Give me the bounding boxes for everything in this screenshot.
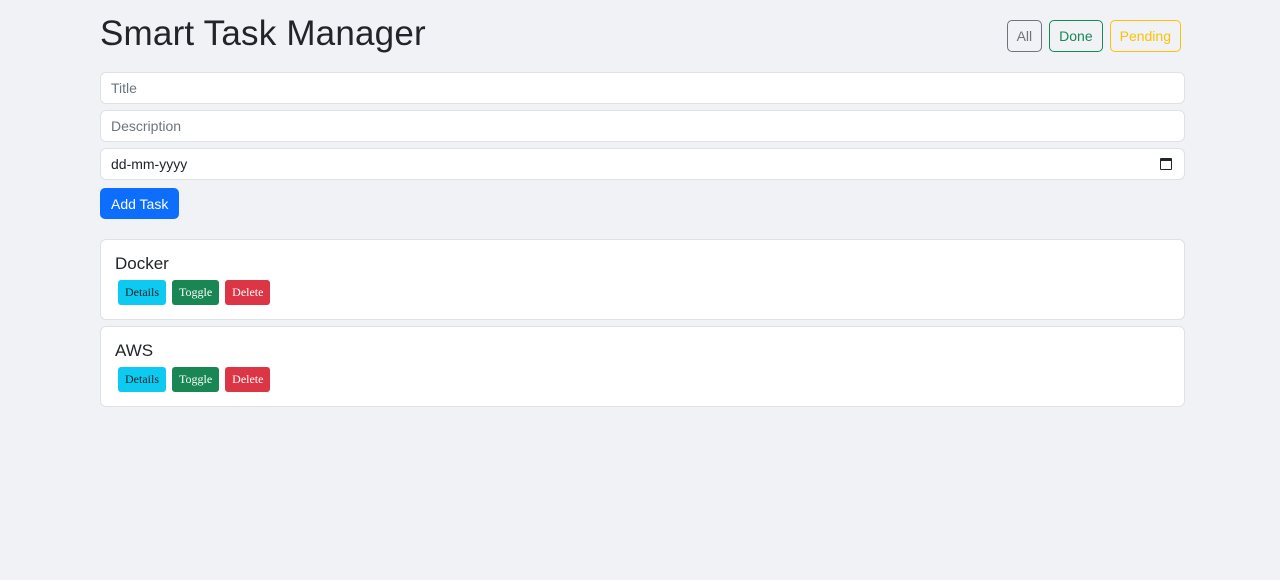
task-title: AWS <box>115 341 154 360</box>
task-card: AWS Details Toggle Delete <box>100 326 1185 407</box>
task-actions: Details Toggle Delete <box>115 367 1170 392</box>
title-input[interactable] <box>100 72 1185 104</box>
header: Smart Task Manager All Done Pending <box>100 0 1185 72</box>
app-container: Smart Task Manager All Done Pending dd-m… <box>100 0 1185 413</box>
delete-button[interactable]: Delete <box>225 367 271 392</box>
task-list: Docker Details Toggle Delete AWS Details… <box>100 239 1185 407</box>
task-title: Docker <box>115 254 169 273</box>
task-actions: Details Toggle Delete <box>115 280 1170 305</box>
filter-pending-button[interactable]: Pending <box>1109 20 1181 52</box>
delete-button[interactable]: Delete <box>225 280 271 305</box>
add-task-button[interactable]: Add Task <box>100 188 180 219</box>
toggle-button[interactable]: Toggle <box>172 367 220 392</box>
filter-group: All Done Pending <box>1006 20 1181 52</box>
details-button[interactable]: Details <box>118 367 166 392</box>
filter-all-button[interactable]: All <box>1006 20 1043 52</box>
due-date-value: dd-mm-yyyy <box>111 156 188 172</box>
details-button[interactable]: Details <box>118 280 166 305</box>
add-task-form: dd-mm-yyyy Add Task <box>100 72 1185 219</box>
page-title: Smart Task Manager <box>100 14 426 53</box>
toggle-button[interactable]: Toggle <box>172 280 220 305</box>
calendar-icon[interactable] <box>1160 158 1172 170</box>
task-card: Docker Details Toggle Delete <box>100 239 1185 320</box>
due-date-input[interactable]: dd-mm-yyyy <box>100 148 1185 180</box>
filter-done-button[interactable]: Done <box>1049 20 1103 52</box>
description-input[interactable] <box>100 110 1185 142</box>
